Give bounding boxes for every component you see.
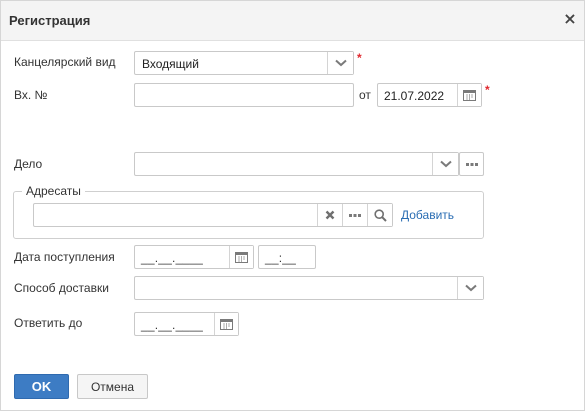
receipt-date-mask: __.__.____ <box>141 251 204 265</box>
calendar-icon <box>235 252 248 263</box>
addressees-more-button[interactable] <box>342 204 367 226</box>
dialog-titlebar: Регистрация × <box>1 1 584 41</box>
reply-by-date-mask: __.__.____ <box>141 318 204 332</box>
registration-dialog: Регистрация × Канцелярский вид Входящий … <box>0 0 585 411</box>
ok-button[interactable]: OK <box>14 374 69 399</box>
incoming-date-calendar-button[interactable] <box>457 84 481 106</box>
more-icon <box>349 213 361 217</box>
search-icon <box>373 208 387 222</box>
addressees-input[interactable] <box>33 203 393 227</box>
incoming-from-label: от <box>359 88 371 102</box>
addressees-legend: Адресаты <box>22 184 85 198</box>
reply-by-label: Ответить до <box>14 316 83 330</box>
office-type-dropdown-button[interactable] <box>327 52 353 74</box>
receipt-time-field[interactable]: __:__ <box>258 245 316 269</box>
case-select[interactable] <box>134 152 459 176</box>
receipt-time-mask: __:__ <box>265 251 297 265</box>
office-type-select[interactable]: Входящий <box>134 51 354 75</box>
calendar-icon <box>463 90 476 101</box>
receipt-date-label: Дата поступления <box>14 250 115 264</box>
incoming-no-label: Вх. № <box>14 88 48 102</box>
dialog-title: Регистрация <box>9 13 91 28</box>
receipt-date-calendar-button[interactable] <box>229 246 253 268</box>
addressees-clear-button[interactable] <box>317 204 342 226</box>
reply-by-calendar-button[interactable] <box>214 313 238 335</box>
incoming-date-field[interactable]: 21.07.2022 <box>377 83 482 107</box>
delivery-method-label: Способ доставки <box>14 281 109 295</box>
office-type-required-mark: * <box>357 51 362 65</box>
add-addressee-link[interactable]: Добавить <box>401 208 454 222</box>
calendar-icon <box>220 319 233 330</box>
chevron-down-icon <box>464 284 477 292</box>
reply-by-date-field[interactable]: __.__.____ <box>134 312 239 336</box>
office-type-value: Входящий <box>142 57 199 71</box>
case-label: Дело <box>14 157 43 171</box>
incoming-required-mark: * <box>485 83 490 97</box>
case-dropdown-button[interactable] <box>432 153 458 175</box>
addressees-search-button[interactable] <box>367 204 392 226</box>
more-icon <box>466 163 478 166</box>
delivery-method-select[interactable] <box>134 276 484 300</box>
cancel-button[interactable]: Отмена <box>77 374 148 399</box>
incoming-date-value: 21.07.2022 <box>384 89 445 103</box>
close-icon[interactable]: × <box>562 10 578 28</box>
clear-icon <box>325 210 335 220</box>
office-type-label: Канцелярский вид <box>14 55 116 69</box>
case-more-button[interactable] <box>459 152 484 176</box>
incoming-no-input[interactable] <box>134 83 354 107</box>
receipt-date-field[interactable]: __.__.____ <box>134 245 254 269</box>
chevron-down-icon <box>439 160 452 168</box>
delivery-method-dropdown-button[interactable] <box>457 277 483 299</box>
chevron-down-icon <box>334 59 347 67</box>
addressees-fieldset: Адресаты Добавить <box>13 184 484 239</box>
